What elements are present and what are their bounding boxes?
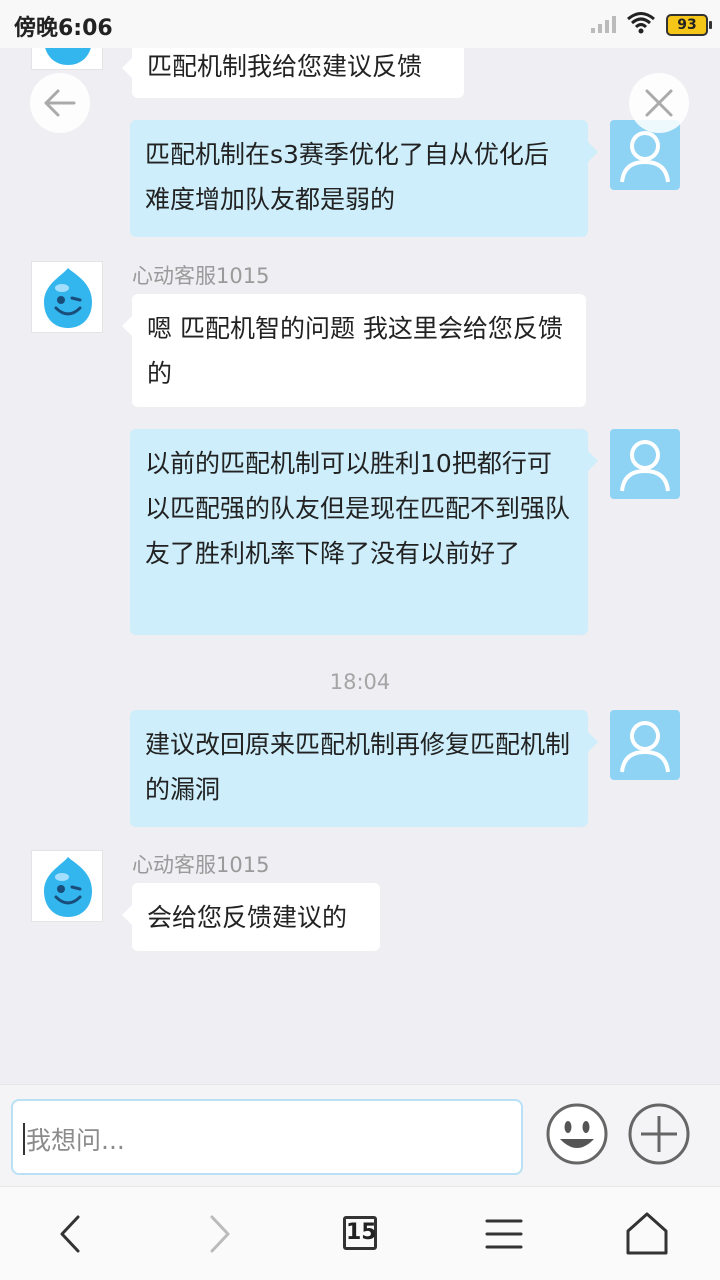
close-button[interactable]: [629, 73, 689, 133]
chevron-right-icon: [210, 1215, 230, 1253]
home-button[interactable]: [622, 1209, 672, 1259]
menu-icon: [485, 1219, 523, 1249]
home-icon: [626, 1212, 668, 1255]
message-bubble-user: 以前的匹配机制可以胜利10把都行可以匹配强的队友但是现在匹配不到强队友了胜利机率…: [130, 429, 598, 635]
message-text: 会给您反馈建议的: [147, 903, 348, 932]
nav-forward-button[interactable]: [194, 1209, 244, 1259]
battery-indicator: 93: [666, 14, 712, 36]
message-text: 建议改回原来匹配机制再修复匹配机制的漏洞: [145, 730, 571, 804]
user-avatar: [610, 710, 680, 780]
message-input[interactable]: 我想问...: [11, 1099, 523, 1175]
agent-avatar: [31, 261, 103, 333]
input-placeholder: 我想问...: [26, 1126, 125, 1155]
chat-area[interactable]: 匹配机制我给您建议反馈 匹配机制在s3赛季优化了自从优化后难度增加队友都是弱的 …: [0, 48, 720, 1084]
add-attachment-button[interactable]: [628, 1103, 690, 1165]
chat-timestamp: 18:04: [329, 670, 391, 694]
message-bubble-user: 匹配机制在s3赛季优化了自从优化后难度增加队友都是弱的: [130, 120, 598, 237]
back-button[interactable]: [30, 73, 90, 133]
message-text: 以前的匹配机制可以胜利10把都行可以匹配强的队友但是现在匹配不到强队友了胜利机率…: [145, 449, 571, 568]
smiley-icon: [546, 1103, 608, 1165]
message-bubble-agent: 嗯 匹配机智的问题 我这里会给您反馈的: [122, 294, 586, 407]
input-bar: 我想问...: [0, 1084, 720, 1187]
signal-icon: [591, 16, 616, 33]
arrow-left-icon: [44, 89, 76, 117]
user-avatar: [610, 429, 680, 499]
menu-button[interactable]: [479, 1209, 529, 1259]
user-icon: [620, 721, 670, 773]
message-bubble-user: 建议改回原来匹配机制再修复匹配机制的漏洞: [130, 710, 598, 827]
chevron-left-icon: [60, 1215, 80, 1253]
message-bubble-agent: 匹配机制我给您建议反馈: [122, 48, 464, 98]
agent-avatar: [31, 850, 103, 922]
status-time: 傍晚6:06: [14, 16, 113, 41]
browser-nav-bar: 15: [0, 1186, 720, 1280]
tabs-button[interactable]: 15: [337, 1209, 387, 1259]
tabs-icon: 15: [343, 1216, 377, 1250]
message-text: 匹配机制在s3赛季优化了自从优化后难度增加队友都是弱的: [145, 140, 549, 214]
emoji-button[interactable]: [546, 1103, 608, 1165]
message-text: 嗯 匹配机智的问题 我这里会给您反馈的: [147, 314, 563, 388]
status-bar: 傍晚6:06 93: [0, 0, 720, 48]
message-text: 匹配机制我给您建议反馈: [147, 52, 423, 81]
sender-name: 心动客服1015: [132, 853, 270, 877]
user-icon: [620, 440, 670, 492]
wifi-icon: [627, 12, 655, 34]
screen: 傍晚6:06 93 匹配机制我给您建议反馈 匹配机制在s3赛季优化了自从优化后难…: [0, 0, 720, 1280]
agent-mascot-icon: [45, 48, 91, 65]
agent-mascot-icon: [44, 268, 92, 328]
close-icon: [645, 89, 673, 117]
nav-back-button[interactable]: [46, 1209, 96, 1259]
agent-mascot-icon: [44, 857, 92, 917]
sender-name: 心动客服1015: [132, 264, 270, 288]
message-bubble-agent: 会给您反馈建议的: [122, 883, 380, 951]
agent-avatar: [31, 48, 103, 70]
text-caret: [23, 1123, 25, 1155]
plus-icon: [628, 1103, 690, 1165]
